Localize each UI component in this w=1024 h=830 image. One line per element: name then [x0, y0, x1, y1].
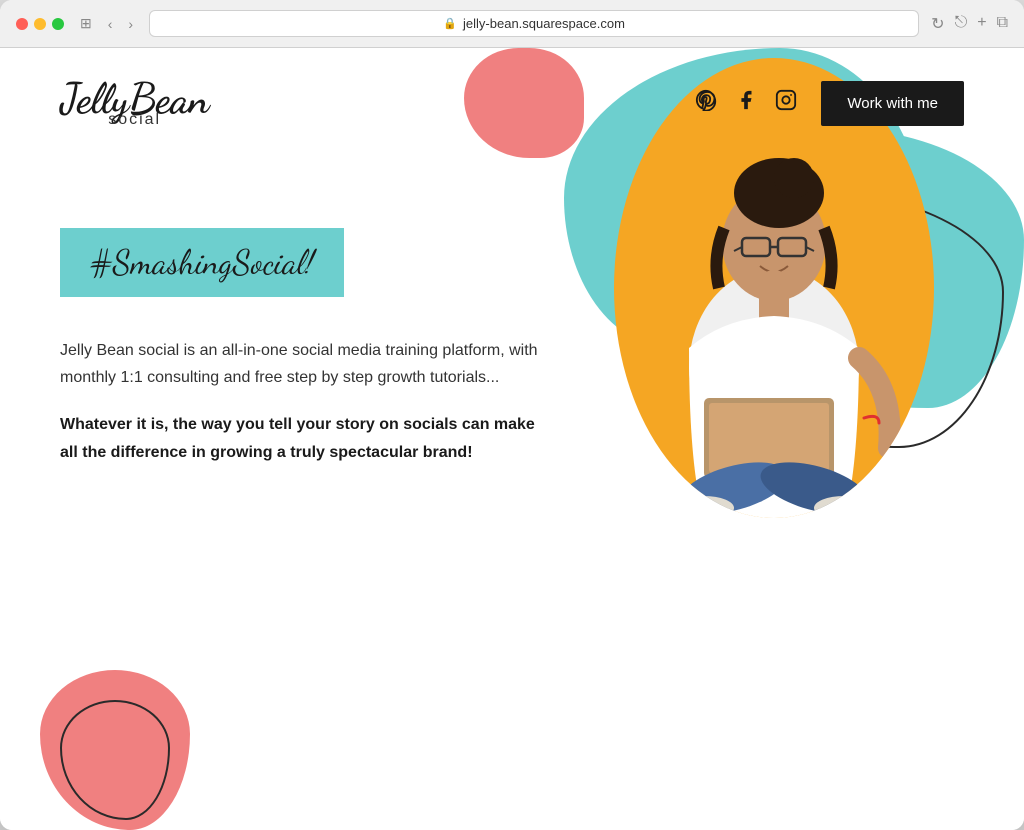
hero-description: Jelly Bean social is an all-in-one socia… — [60, 337, 540, 391]
social-icons — [695, 89, 797, 117]
lock-icon: 🔒 — [443, 17, 457, 30]
forward-icon[interactable]: › — [124, 14, 137, 34]
facebook-icon[interactable] — [735, 89, 757, 117]
instagram-icon[interactable] — [775, 89, 797, 117]
pinterest-icon[interactable] — [695, 89, 717, 117]
tabs-icon[interactable]: ⧉ — [997, 14, 1008, 34]
person-illustration — [624, 88, 924, 518]
browser-navigation: ⊞ ‹ › — [76, 13, 137, 34]
work-with-me-button[interactable]: Work with me — [821, 81, 964, 126]
hero-bold-text: Whatever it is, the way you tell your st… — [60, 411, 540, 465]
browser-actions: ↻ ⎋ + ⧉ — [931, 14, 1008, 34]
hashtag-text: #SmashingSocial! — [90, 242, 314, 283]
left-content: #SmashingSocial! Jelly Bean social is an… — [60, 168, 540, 466]
website-content: JellyBean social — [0, 48, 1024, 830]
reload-icon[interactable]: ↻ — [931, 14, 944, 34]
share-icon[interactable]: ⎋ — [955, 14, 968, 34]
logo-subtext: social — [108, 112, 161, 128]
address-bar[interactable]: 🔒 jelly-bean.squarespace.com — [149, 10, 919, 37]
back-icon[interactable]: ‹ — [104, 14, 117, 34]
close-button[interactable] — [16, 18, 28, 30]
nav-right: Work with me — [695, 81, 964, 126]
sidebar-toggle-icon[interactable]: ⊞ — [76, 13, 96, 34]
minimize-button[interactable] — [34, 18, 46, 30]
browser-window: ⊞ ‹ › 🔒 jelly-bean.squarespace.com ↻ ⎋ +… — [0, 0, 1024, 830]
browser-chrome: ⊞ ‹ › 🔒 jelly-bean.squarespace.com ↻ ⎋ +… — [0, 0, 1024, 48]
url-text: jelly-bean.squarespace.com — [463, 16, 625, 31]
site-logo: JellyBean social — [60, 78, 209, 128]
traffic-lights — [16, 18, 64, 30]
hashtag-banner: #SmashingSocial! — [60, 228, 344, 297]
new-tab-icon[interactable]: + — [977, 14, 986, 34]
site-header: JellyBean social — [0, 48, 1024, 148]
maximize-button[interactable] — [52, 18, 64, 30]
